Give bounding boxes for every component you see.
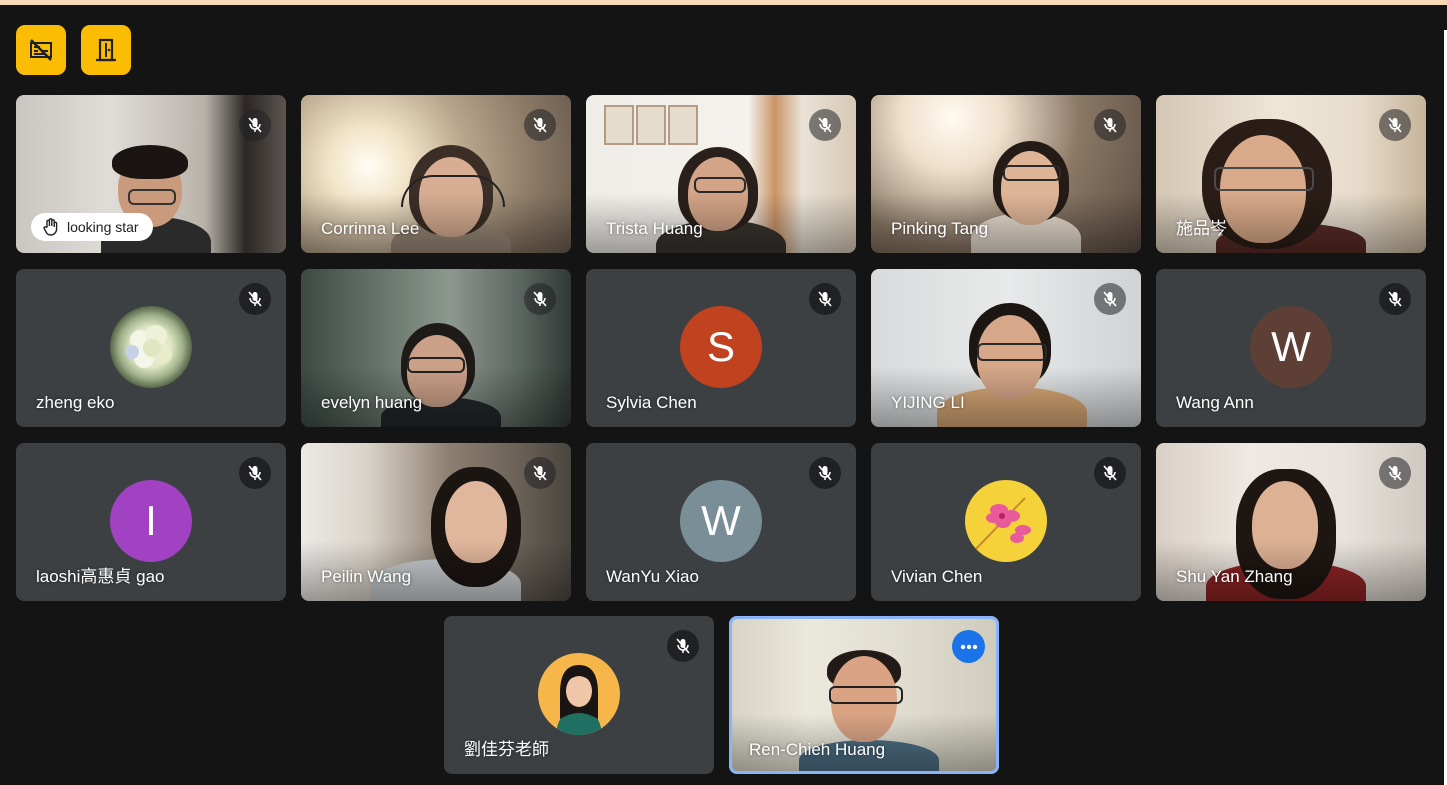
- mic-off-icon: [533, 291, 547, 307]
- mic-off-icon: [533, 465, 547, 481]
- avatar-initial: W: [701, 497, 741, 544]
- participant-tile[interactable]: YIJING LI: [871, 269, 1141, 427]
- flower-illustration: [974, 497, 1031, 551]
- participant-name: Pinking Tang: [891, 219, 989, 238]
- participant-name: Ren-Chieh Huang: [749, 740, 886, 759]
- hydrangea-photo: [125, 325, 172, 368]
- participant-name: Vivian Chen: [891, 567, 983, 586]
- raised-hand-icon: [43, 218, 58, 236]
- self-view-tile[interactable]: Ren-Chieh Huang: [729, 616, 999, 774]
- participant-tile[interactable]: Trista Huang: [586, 95, 856, 253]
- toggle-video-grid-button[interactable]: [16, 25, 66, 75]
- participant-name: Corrinna Lee: [321, 219, 420, 238]
- avatar: S: [680, 306, 762, 388]
- raised-hand-label: looking star: [67, 219, 139, 235]
- mic-off-icon: [533, 117, 547, 133]
- participant-tile[interactable]: S Sylvia Chen: [586, 269, 856, 427]
- mic-muted-indicator: [524, 109, 556, 141]
- mic-muted-indicator: [239, 109, 271, 141]
- participant-name: WanYu Xiao: [606, 567, 699, 586]
- participant-name: YIJING LI: [891, 393, 965, 412]
- mic-off-icon: [1388, 291, 1402, 307]
- avatar-initial: S: [706, 323, 735, 370]
- mic-off-icon: [248, 117, 262, 133]
- video-grid-off-icon: [30, 39, 52, 61]
- mic-muted-indicator: [1094, 283, 1126, 315]
- participant-tile[interactable]: zheng eko: [16, 269, 286, 427]
- avatar: [965, 480, 1047, 562]
- participant-tile[interactable]: Peilin Wang: [301, 443, 571, 601]
- mic-muted-indicator: [1379, 109, 1411, 141]
- mic-off-icon: [1388, 117, 1402, 133]
- participant-name: laoshi高惠貞 gao: [36, 567, 165, 586]
- mic-muted-indicator: [1094, 457, 1126, 489]
- portrait-photo: [556, 665, 602, 735]
- mic-muted-indicator: [667, 630, 699, 662]
- mic-off-icon: [818, 291, 832, 307]
- participant-tile[interactable]: 劉佳芬老師: [444, 616, 714, 774]
- participant-tile[interactable]: I laoshi高惠貞 gao: [16, 443, 286, 601]
- participant-tile[interactable]: W Wang Ann: [1156, 269, 1426, 427]
- mic-off-icon: [1388, 465, 1402, 481]
- raised-hand-badge: looking star: [31, 213, 153, 241]
- participant-tile[interactable]: Corrinna Lee: [301, 95, 571, 253]
- participant-name: 劉佳芬老師: [464, 740, 549, 759]
- participant-name: evelyn huang: [321, 393, 423, 412]
- mic-muted-indicator: [524, 283, 556, 315]
- avatar: W: [1250, 306, 1332, 388]
- mic-off-icon: [1103, 291, 1117, 307]
- avatar: [538, 653, 620, 735]
- avatar: I: [110, 480, 192, 562]
- participant-name: 施品岑: [1176, 219, 1227, 238]
- more-horizontal-icon: [960, 644, 977, 649]
- mic-muted-indicator: [809, 457, 841, 489]
- leave-call-button[interactable]: [81, 25, 131, 75]
- mic-muted-indicator: [524, 457, 556, 489]
- exit-door-icon: [96, 38, 116, 62]
- mic-off-icon: [1103, 465, 1117, 481]
- mic-off-icon: [248, 291, 262, 307]
- more-options-button[interactable]: [952, 630, 985, 663]
- participant-tile[interactable]: Pinking Tang: [871, 95, 1141, 253]
- participant-tile[interactable]: W WanYu Xiao: [586, 443, 856, 601]
- participant-tile[interactable]: looking star: [16, 95, 286, 253]
- participant-name: Sylvia Chen: [606, 393, 697, 412]
- mic-off-icon: [818, 117, 832, 133]
- participant-name: Trista Huang: [606, 219, 703, 238]
- avatar-initial: I: [145, 497, 157, 544]
- mic-muted-indicator: [239, 457, 271, 489]
- mic-muted-indicator: [809, 283, 841, 315]
- mic-off-icon: [1103, 117, 1117, 133]
- window-top-border: [0, 0, 1447, 5]
- participant-name: Shu Yan Zhang: [1176, 567, 1293, 586]
- mic-muted-indicator: [809, 109, 841, 141]
- mic-off-icon: [248, 465, 262, 481]
- participant-name: zheng eko: [36, 393, 115, 412]
- participant-name: Peilin Wang: [321, 567, 412, 586]
- participant-name: Wang Ann: [1176, 393, 1254, 412]
- mic-muted-indicator: [1379, 283, 1411, 315]
- mic-off-icon: [676, 638, 690, 654]
- mic-off-icon: [818, 465, 832, 481]
- avatar: [110, 306, 192, 388]
- mic-muted-indicator: [1094, 109, 1126, 141]
- participant-tile[interactable]: Vivian Chen: [871, 443, 1141, 601]
- participant-tile[interactable]: 施品岑: [1156, 95, 1426, 253]
- participant-tile[interactable]: evelyn huang: [301, 269, 571, 427]
- participant-tile[interactable]: Shu Yan Zhang: [1156, 443, 1426, 601]
- avatar: W: [680, 480, 762, 562]
- mic-muted-indicator: [239, 283, 271, 315]
- mic-muted-indicator: [1379, 457, 1411, 489]
- avatar-initial: W: [1271, 323, 1311, 370]
